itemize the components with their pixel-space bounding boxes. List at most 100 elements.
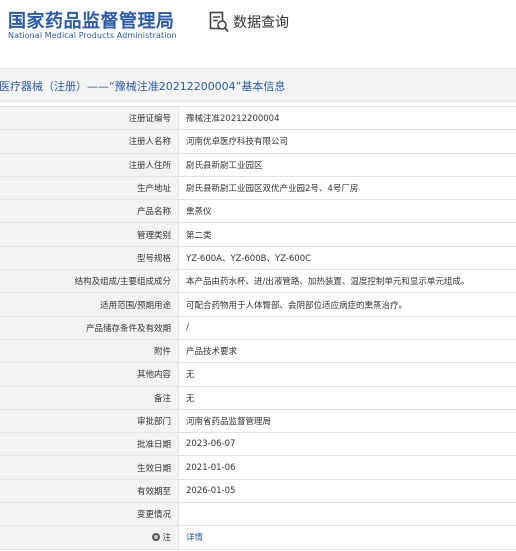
row-value: 本产品由药水杯、进/出液管路、加热装置、温度控制单元和显示单元组成。 — [179, 270, 516, 292]
table-row: 型号规格 YZ-600A、YZ-600B、YZ-600C — [0, 246, 516, 271]
table-row: 管理类别 第二类 — [0, 223, 516, 247]
row-value: 河南省药品监督管理局 — [179, 410, 516, 432]
row-value: 尉氏县新尉工业园区双优产业园2号、4号厂房 — [179, 177, 516, 199]
row-label-text: 结构及组成/主要组成成分 — [74, 277, 171, 288]
row-label: 批准日期 — [0, 433, 179, 456]
row-value: 无 — [179, 363, 516, 385]
row-label-text: 批准日期 — [136, 440, 171, 451]
row-value: 尉氏县新尉工业园区 — [179, 154, 516, 176]
row-label: 有效期至 — [0, 479, 179, 503]
row-label-text: 注 — [162, 533, 171, 544]
table-row: 注册证编号 豫械注准20212200004 — [0, 107, 516, 131]
row-label-text: 审批部门 — [136, 417, 171, 427]
row-value-text: 尉氏县新尉工业园区 — [186, 160, 263, 171]
row-label: 其他内容 — [0, 363, 179, 386]
row-value-text: 2023-06-07 — [186, 439, 236, 450]
row-value: 豫械注准20212200004 — [179, 107, 516, 129]
table-row: 注册人住所 尉氏县新尉工业园区 — [0, 153, 516, 177]
table-row: 注 详情 — [0, 526, 516, 550]
row-label-text: 管理类别 — [136, 230, 171, 241]
search-doc-icon — [209, 11, 229, 33]
row-label: 注册人住所 — [0, 153, 179, 176]
row-label: 备注 — [0, 386, 179, 409]
row-label: 生产地址 — [0, 176, 179, 200]
row-value-text: / — [186, 322, 189, 333]
row-label: 附件 — [0, 339, 179, 363]
row-value-text: 河南省药品监督管理局 — [186, 417, 272, 427]
row-value: 河南优卓医疗科技有限公司 — [179, 130, 516, 152]
row-label: 变更情况 — [0, 503, 179, 526]
row-value: 2023-06-07 — [179, 433, 516, 455]
row-label: 生效日期 — [0, 456, 179, 479]
row-value-text: 2026-01-05 — [186, 485, 236, 496]
row-label-text: 生产地址 — [136, 184, 171, 195]
row-value: 熏蒸仪 — [179, 200, 516, 222]
row-value: 2021-01-06 — [179, 456, 516, 478]
site-header: 国家药品监督管理局 National Medical Products Admi… — [0, 0, 516, 62]
row-value-text: 第二类 — [186, 230, 212, 241]
row-value: 第二类 — [179, 223, 516, 245]
table-row: 批准日期 2023-06-07 — [0, 433, 516, 457]
row-label-text: 注册人住所 — [128, 160, 171, 171]
row-label: 注册人名称 — [0, 130, 179, 153]
row-label: 产品名称 — [0, 200, 179, 223]
site-logo-en: National Medical Products Administration — [8, 31, 177, 40]
table-row: 生产地址 尉氏县新尉工业园区双优产业园2号、4号厂房 — [0, 176, 516, 201]
row-label-text: 变更情况 — [136, 510, 171, 521]
data-query-link[interactable]: 数据查询 — [209, 11, 289, 33]
table-row: 注册人名称 河南优卓医疗科技有限公司 — [0, 130, 516, 154]
row-label: 管理类别 — [0, 223, 179, 246]
row-value-text: 无 — [186, 393, 195, 404]
detail-title-bar: 医疗器械（注册）——“豫械注准20212200004”基本信息 — [0, 68, 516, 102]
row-label: 审批部门 — [0, 409, 179, 433]
row-value-text: 尉氏县新尉工业园区双优产业园2号、4号厂房 — [186, 184, 359, 195]
row-label: 产品储存条件及有效期 — [0, 316, 179, 339]
table-row: 结构及组成/主要组成成分 本产品由药水杯、进/出液管路、加热装置、温度控制单元和显… — [0, 270, 516, 294]
table-row: 审批部门 河南省药品监督管理局 — [0, 409, 516, 434]
site-logo-cn[interactable]: 国家药品监督管理局 — [8, 7, 175, 33]
row-value: 产品技术要求 — [179, 340, 516, 362]
table-row: 备注 无 — [0, 386, 516, 410]
detail-table: 注册证编号 豫械注准20212200004 注册人名称 河南优卓医疗科技有限公司 注册人… — [0, 106, 516, 550]
table-row: 产品名称 熏蒸仪 — [0, 200, 516, 224]
row-label: 适用范围/预期用途 — [0, 293, 179, 316]
row-value — [179, 503, 516, 525]
row-label-text: 备注 — [153, 393, 171, 404]
table-row: 其他内容 无 — [0, 363, 516, 387]
row-label-text: 附件 — [153, 347, 171, 358]
table-row: 有效期至 2026-01-05 — [0, 479, 516, 504]
row-label-text: 有效期至 — [136, 486, 171, 497]
table-row: 适用范围/预期用途 可配合药物用于人体臀部、会阴部位适应病症的熏蒸治疗。 — [0, 293, 516, 317]
row-value: 可配合药物用于人体臀部、会阴部位适应病症的熏蒸治疗。 — [179, 293, 516, 315]
table-row: 产品储存条件及有效期 / — [0, 316, 516, 340]
row-label-text: 适用范围/预期用途 — [100, 300, 171, 311]
row-value-text: 本产品由药水杯、进/出液管路、加热装置、温度控制单元和显示单元组成。 — [186, 277, 470, 288]
note-icon — [152, 533, 161, 542]
row-value-text: 熏蒸仪 — [186, 207, 212, 218]
row-value-text: 河南优卓医疗科技有限公司 — [186, 137, 289, 148]
row-value: 详情 — [179, 526, 516, 548]
row-label-text: 注册人名称 — [128, 137, 171, 148]
row-label-text: 生效日期 — [136, 463, 171, 474]
row-label-text: 型号规格 — [136, 253, 171, 264]
table-row: 生效日期 2021-01-06 — [0, 456, 516, 480]
row-value: YZ-600A、YZ-600B、YZ-600C — [179, 247, 516, 269]
detail-link[interactable]: 详情 — [186, 531, 203, 543]
row-value: / — [179, 317, 516, 339]
row-label-text: 注册证编号 — [128, 114, 171, 125]
row-label-text: 其他内容 — [136, 370, 171, 381]
row-value-text: YZ-600A、YZ-600B、YZ-600C — [186, 253, 312, 264]
row-label: 注册证编号 — [0, 107, 179, 130]
row-label: 注 — [0, 526, 179, 549]
data-query-label: 数据查询 — [233, 15, 289, 31]
page-title: 医疗器械（注册）——“豫械注准20212200004”基本信息 — [0, 80, 286, 93]
row-value-text: 豫械注准20212200004 — [186, 114, 280, 125]
row-label-text: 产品名称 — [136, 207, 171, 218]
row-value-text: 无 — [186, 370, 195, 381]
row-value: 无 — [179, 387, 516, 409]
row-value-text: 可配合药物用于人体臀部、会阴部位适应病症的熏蒸治疗。 — [186, 300, 408, 311]
table-row: 变更情况 — [0, 503, 516, 527]
row-value: 2026-01-05 — [179, 480, 516, 502]
row-label: 型号规格 — [0, 246, 179, 270]
table-row: 附件 产品技术要求 — [0, 339, 516, 364]
